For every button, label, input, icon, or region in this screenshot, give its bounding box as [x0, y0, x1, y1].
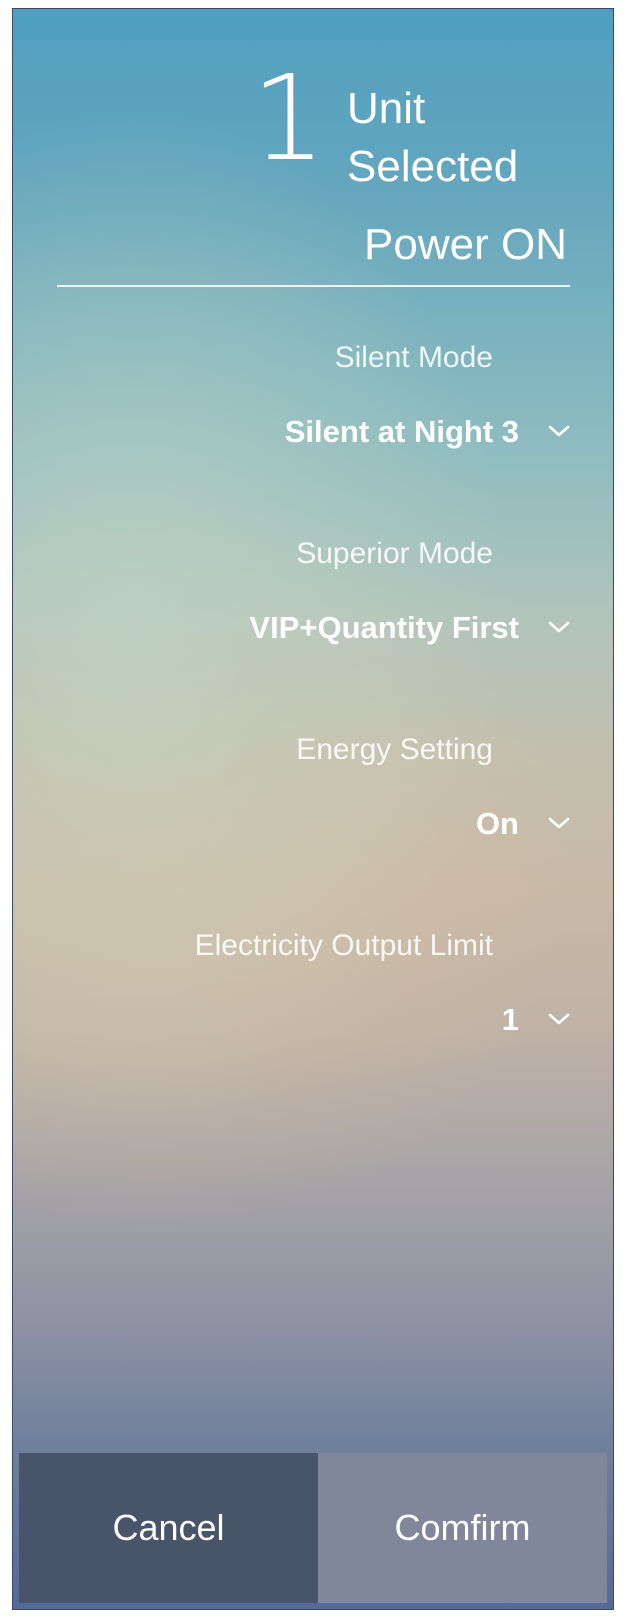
power-status: Power ON: [364, 220, 567, 269]
setting-electricity-output-limit: Electricity Output Limit 1: [13, 931, 613, 1051]
electricity-output-limit-label: Electricity Output Limit: [194, 929, 493, 962]
setting-silent-mode: Silent Mode Silent at Night 3: [13, 343, 613, 463]
header-divider: [57, 285, 570, 287]
selection-header: 1 Unit Selected Power ON: [13, 9, 613, 284]
superior-mode-dropdown[interactable]: VIP+Quantity First: [249, 605, 573, 649]
chevron-down-icon: [545, 617, 573, 637]
chevron-down-icon: [545, 1009, 573, 1029]
chevron-down-icon: [545, 421, 573, 441]
silent-mode-dropdown[interactable]: Silent at Night 3: [285, 409, 573, 453]
settings-panel: 1 Unit Selected Power ON Silent Mode Sil…: [12, 8, 614, 1610]
energy-setting-label: Energy Setting: [296, 733, 493, 766]
setting-energy: Energy Setting On: [13, 735, 613, 855]
selected-count: 1: [251, 49, 326, 187]
selected-count-unit: Unit: [347, 84, 426, 133]
selected-count-suffix: Selected: [347, 142, 519, 191]
energy-setting-value: On: [475, 805, 519, 841]
cancel-button[interactable]: Cancel: [19, 1453, 318, 1603]
energy-setting-dropdown[interactable]: On: [476, 801, 573, 845]
setting-superior-mode: Superior Mode VIP+Quantity First: [13, 539, 613, 659]
electricity-output-limit-value: 1: [501, 1001, 519, 1037]
action-bar: Cancel Comfirm: [19, 1453, 607, 1603]
silent-mode-label: Silent Mode: [334, 341, 493, 374]
superior-mode-value: VIP+Quantity First: [249, 609, 519, 645]
confirm-button[interactable]: Comfirm: [318, 1453, 607, 1603]
electricity-output-limit-dropdown[interactable]: 1: [502, 997, 573, 1041]
superior-mode-label: Superior Mode: [296, 537, 493, 570]
chevron-down-icon: [545, 813, 573, 833]
silent-mode-value: Silent at Night 3: [284, 413, 519, 449]
